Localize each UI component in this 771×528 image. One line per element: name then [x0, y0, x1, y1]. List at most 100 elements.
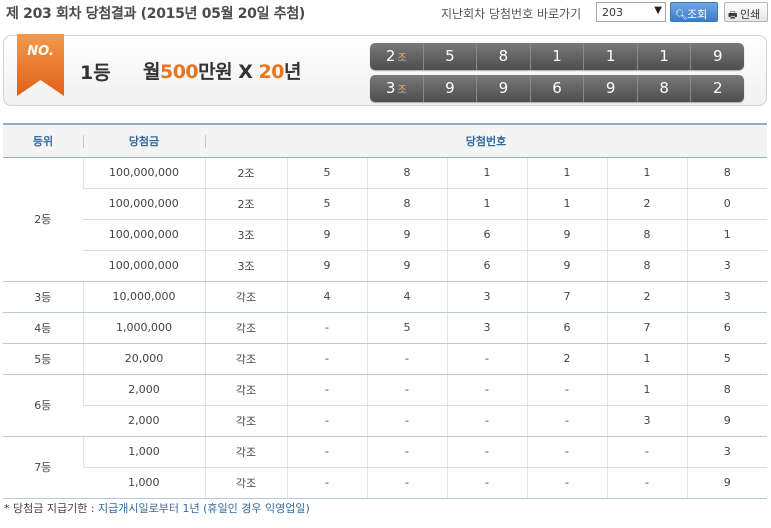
prize-cell: 10,000,000 [82, 281, 205, 313]
number-cell: 1 [446, 188, 527, 220]
winning-group: 2조 [385, 47, 407, 65]
winning-number-row: 3조 9 9 6 9 8 2 [370, 75, 744, 102]
round-select[interactable]: 203 ▼ [596, 2, 666, 22]
winning-digit: 9 [583, 75, 637, 102]
prize-cell: 1,000 [82, 436, 205, 468]
print-button-label: 인쇄 [740, 8, 761, 21]
prize-cell: 1,000 [83, 467, 205, 499]
number-cell: 1 [686, 219, 768, 251]
number-cell: 8 [366, 157, 447, 189]
group-cell: 각조 [204, 374, 287, 406]
number-cell: 7 [606, 312, 687, 344]
search-icon: 🔍︎ [675, 10, 688, 21]
prize-multiplier: X [238, 61, 253, 83]
printer-icon: 🖶︎ [728, 10, 738, 21]
table-row: 2등 100,000,000 2조 5 8 1 1 1 8 [3, 157, 768, 282]
number-cell: 2 [606, 281, 687, 313]
number-cell: - [446, 374, 527, 406]
number-cell: 8 [686, 157, 768, 189]
winning-digit: 1 [529, 43, 584, 70]
number-cell: 9 [686, 467, 768, 499]
number-cell: - [286, 374, 367, 406]
winning-digit: 9 [422, 75, 477, 102]
number-cell: - [526, 436, 607, 468]
group-cell: 2조 [204, 157, 287, 189]
table-row: 100,000,000 3조 9 9 6 9 8 3 [3, 250, 768, 282]
number-cell: - [526, 467, 607, 499]
number-cell: 4 [286, 281, 367, 313]
rank-cell: 5등 [3, 343, 83, 375]
prize-cell: 100,000,000 [83, 188, 205, 220]
prize-cell: 20,000 [82, 343, 205, 375]
rank-cell: 4등 [3, 312, 83, 344]
number-cell: 9 [526, 250, 607, 282]
print-button[interactable]: 🖶︎ 인쇄 [724, 2, 768, 22]
number-cell: 3 [686, 250, 768, 282]
number-cell: 1 [526, 157, 607, 189]
number-cell: 5 [286, 157, 367, 189]
group-cell: 2조 [204, 188, 287, 220]
number-cell: - [446, 405, 527, 437]
number-cell: - [366, 405, 447, 437]
prize-cell: 1,000,000 [82, 312, 205, 344]
number-cell: - [366, 467, 447, 499]
winning-digit: 9 [690, 43, 744, 70]
prize-years-unit: 년 [283, 61, 301, 83]
number-cell: 3 [686, 436, 768, 468]
number-cell: 8 [606, 219, 687, 251]
ribbon-text: NO. [27, 44, 54, 59]
winning-digit: 9 [476, 75, 530, 102]
number-cell: 0 [686, 188, 768, 220]
number-cell: - [286, 343, 367, 375]
number-cell: 9 [286, 219, 367, 251]
number-cell: - [606, 436, 687, 468]
number-cell: 7 [526, 281, 607, 313]
prize-years: 20 [258, 61, 285, 83]
number-cell: 9 [286, 250, 367, 282]
first-prize-rank: 1등 [80, 62, 111, 84]
prize-unit: 만원 [198, 61, 233, 83]
group-cell: 각조 [204, 312, 287, 344]
winning-digit: 8 [476, 43, 530, 70]
number-cell: 6 [446, 250, 527, 282]
prize-prefix: 월 [143, 61, 160, 83]
table-row: 100,000,000 3조 9 9 6 9 8 1 [3, 219, 768, 251]
group-cell: 각조 [204, 467, 287, 499]
table-row: 2,000 각조 - - - -3 9 [3, 405, 768, 437]
header-numbers: 당첨번호 [205, 123, 768, 158]
number-cell: 9 [366, 250, 447, 282]
winning-digit: 2 [690, 75, 744, 102]
group-cell: 3조 [204, 219, 287, 251]
number-cell: 9 [366, 219, 447, 251]
group-cell: 각조 [204, 281, 287, 313]
number-cell: - [366, 343, 447, 375]
number-cell: 1 [446, 157, 527, 189]
footnote-label: * 당첨금 지급기한 : [4, 502, 95, 515]
winning-digit: 1 [636, 43, 691, 70]
round-select-value: 203 [602, 6, 623, 19]
number-cell: 3 [446, 312, 527, 344]
ribbon-badge: NO. [17, 34, 64, 96]
group-cell: 3조 [204, 250, 287, 282]
winning-number-row: 2조 5 8 1 1 1 9 [370, 43, 744, 70]
number-cell: 8 [366, 188, 447, 220]
number-cell: 1 [606, 343, 687, 375]
rank-cell: 2등 [3, 157, 83, 282]
number-cell: 8 [686, 374, 768, 406]
goto-label: 지난회차 당첨번호 바로가기 [441, 7, 582, 21]
footnote: * 당첨금 지급기한 : 지급개시일로부터 1년 (휴일인 경우 익영업일) [4, 500, 310, 516]
search-button[interactable]: 🔍︎조회 [670, 2, 718, 22]
number-cell: - [446, 343, 527, 375]
prize-cell: 100,000,000 [83, 219, 205, 251]
number-cell: 2 [526, 343, 607, 375]
rank-cell: 7등 [3, 436, 83, 499]
number-cell: - [286, 467, 367, 499]
table-header-row: 등위 당첨금 당첨번호 [3, 123, 768, 158]
table-row: 1,000 각조 - - - - -9 [3, 467, 768, 499]
results-body: 2등 100,000,000 2조 5 8 1 1 1 8 100,000,000 2조 5 8 1 1 2 0… [3, 157, 768, 499]
winning-digit: 8 [636, 75, 691, 102]
number-cell: - [286, 405, 367, 437]
number-cell: - [526, 374, 607, 406]
group-cell: 각조 [204, 405, 287, 437]
number-cell: 3 [606, 405, 687, 437]
